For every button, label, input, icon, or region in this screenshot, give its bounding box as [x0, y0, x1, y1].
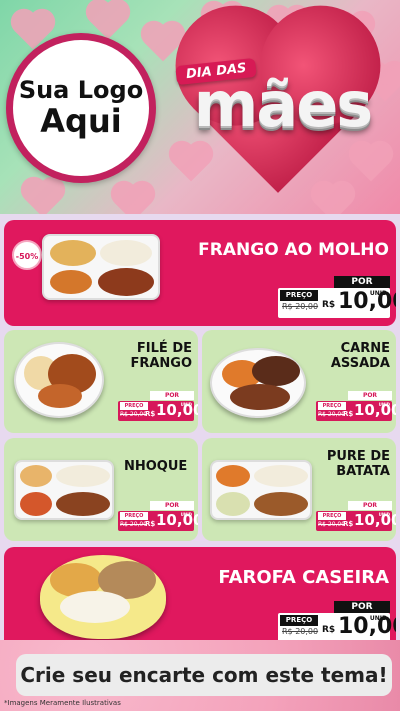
product-name: NHOQUE	[104, 459, 192, 475]
food-image	[40, 555, 166, 639]
cta-banner: Crie seu encarte com este tema!	[16, 654, 392, 696]
price-tag: POR PREÇO R$ 20,00 R$ 10,00 UNID	[316, 391, 396, 421]
unit-label: UNID	[180, 512, 192, 517]
product-name-line2: BATATA	[336, 463, 390, 479]
price-value: 10,00	[338, 289, 396, 314]
heart-decoration	[172, 144, 210, 182]
product-name-line2: ASSADA	[330, 355, 390, 371]
heart-decoration	[352, 144, 390, 182]
heart-decoration	[114, 184, 152, 214]
unit-label: UNID	[378, 512, 390, 517]
product-name: FILÉ DE FRANGO	[104, 341, 192, 372]
old-price: R$ 20,00	[120, 521, 148, 528]
currency: R$	[145, 520, 156, 528]
unit-label: UNID	[378, 402, 390, 407]
product-card-carne-assada: CARNE ASSADA POR PREÇO R$ 20,00 R$ 10,00…	[202, 330, 396, 433]
por-label: POR	[150, 391, 194, 400]
price-tag: POR PREÇO R$ 20,00 R$ 10,00 UNID	[278, 276, 396, 318]
price-tag: POR PREÇO R$ 20,00 R$ 10,00 UNID	[316, 501, 396, 531]
food-image	[14, 460, 114, 520]
currency: R$	[343, 410, 354, 418]
price-tag: POR PREÇO R$ 20,00 R$ 10,00 UNID	[118, 391, 198, 421]
food-image	[210, 460, 312, 520]
food-image	[210, 348, 306, 418]
old-price: R$ 20,00	[318, 521, 346, 528]
por-label: POR	[348, 501, 392, 510]
por-label: POR	[348, 391, 392, 400]
heart-decoration	[24, 180, 62, 214]
logo-text-line2: Aqui	[40, 101, 122, 140]
product-name: PURE DE BATATA	[302, 449, 390, 480]
discount-badge: -50%	[12, 240, 42, 270]
price-value: 10,00	[338, 614, 396, 639]
product-name: CARNE ASSADA	[302, 341, 390, 372]
product-name-line1: CARNE	[340, 341, 390, 356]
preco-label: PREÇO	[318, 402, 346, 410]
preco-label: PREÇO	[120, 512, 148, 520]
unit-label: UNID	[369, 290, 387, 297]
logo-text-line1: Sua Logo	[18, 76, 144, 105]
por-label: POR	[334, 601, 390, 613]
currency: R$	[322, 300, 336, 310]
preco-label: PREÇO	[280, 290, 318, 301]
product-card-nhoque: NHOQUE POR PREÇO R$ 20,00 R$ 10,00 UNID	[4, 438, 198, 541]
product-name-line1: PURE DE	[326, 449, 390, 464]
old-price: R$ 20,00	[120, 411, 148, 418]
product-name-line1: FILÉ DE	[136, 341, 192, 356]
unit-label: UNID	[180, 402, 192, 407]
preco-label: PREÇO	[120, 402, 148, 410]
product-name-line2: FRANGO	[130, 355, 192, 371]
food-image	[42, 234, 160, 300]
currency: R$	[343, 520, 354, 528]
por-label: POR	[334, 276, 390, 288]
logo-placeholder: Sua Logo Aqui	[6, 33, 156, 183]
product-card-farofa-caseira: FAROFA CASEIRA POR PREÇO R$ 20,00 R$ 10,…	[4, 547, 396, 651]
footnote: *Imagens Meramente Ilustrativas	[4, 699, 121, 707]
header-banner: Sua Logo Aqui mães DIA DAS	[0, 0, 400, 214]
price-tag: POR PREÇO R$ 20,00 R$ 10,00 UNID	[118, 501, 198, 531]
old-price: R$ 20,00	[318, 411, 346, 418]
food-image	[14, 342, 104, 418]
old-price: R$ 20,00	[282, 627, 319, 636]
unit-label: UNID	[369, 615, 387, 622]
product-name-line1: NHOQUE	[124, 459, 188, 474]
product-name: FRANGO AO MOLHO	[198, 240, 389, 260]
product-card-file-de-frango: FILÉ DE FRANGO POR PREÇO R$ 20,00 R$ 10,…	[4, 330, 198, 433]
product-card-frango-ao-molho: -50% FRANGO AO MOLHO POR PREÇO R$ 20,00 …	[4, 220, 396, 326]
heart-decoration	[314, 184, 352, 214]
old-price: R$ 20,00	[282, 302, 319, 311]
currency: R$	[322, 625, 336, 635]
por-label: POR	[150, 501, 194, 510]
preco-label: PREÇO	[280, 615, 318, 626]
product-name: FAROFA CASEIRA	[218, 567, 389, 588]
product-card-pure-de-batata: PURE DE BATATA POR PREÇO R$ 20,00 R$ 10,…	[202, 438, 396, 541]
price-tag: POR PREÇO R$ 20,00 R$ 10,00 UNID	[278, 601, 396, 643]
preco-label: PREÇO	[318, 512, 346, 520]
currency: R$	[145, 410, 156, 418]
